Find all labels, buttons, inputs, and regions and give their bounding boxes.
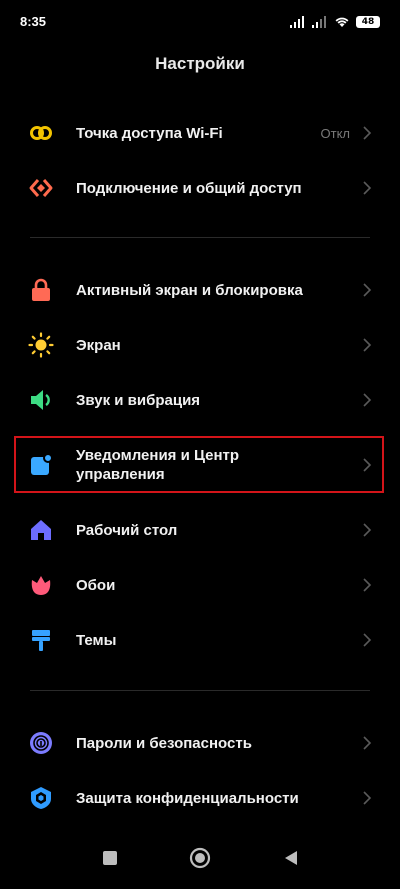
chevron-right-icon xyxy=(363,578,372,592)
chevron-right-icon xyxy=(363,181,372,195)
lock-icon xyxy=(32,278,50,301)
section-divider xyxy=(30,690,370,691)
back-button[interactable] xyxy=(282,849,300,867)
setting-label: Защита конфиденциальности xyxy=(76,790,299,807)
chevron-right-icon xyxy=(363,791,372,805)
setting-lockscreen[interactable]: Активный экран и блокировка xyxy=(0,263,400,315)
home-button[interactable] xyxy=(189,847,211,869)
setting-label: Экран xyxy=(76,337,121,354)
privacy-icon xyxy=(31,787,51,809)
wifi-icon xyxy=(335,17,349,27)
setting-privacy[interactable]: Защита конфиденциальности xyxy=(0,771,400,823)
page-title: Настройки xyxy=(155,54,245,73)
battery-indicator: 48 xyxy=(356,16,380,28)
status-time: 8:35 xyxy=(20,14,47,29)
chevron-right-icon xyxy=(363,633,372,647)
setting-sound[interactable]: Звук и вибрация xyxy=(0,373,400,425)
recents-button[interactable] xyxy=(101,849,119,867)
setting-connection[interactable]: Подключение и общий доступ xyxy=(0,161,400,213)
chevron-right-icon xyxy=(363,736,372,750)
setting-themes[interactable]: Темы xyxy=(0,613,400,665)
setting-passwords[interactable]: Пароли и безопасность xyxy=(0,716,400,768)
setting-label: Точка доступа Wi-Fi xyxy=(76,125,223,142)
chevron-right-icon xyxy=(363,283,372,297)
setting-value: Откл xyxy=(320,126,351,141)
setting-label: Звук и вибрация xyxy=(76,392,201,409)
status-bar: 8:35 48 xyxy=(0,0,400,44)
chevron-right-icon xyxy=(363,523,372,537)
chevron-right-icon xyxy=(363,126,372,140)
signal-2-icon xyxy=(312,16,326,28)
setting-label: Рабочий стол xyxy=(76,522,178,539)
setting-label: Активный экран и блокировка xyxy=(76,282,303,299)
chevron-right-icon xyxy=(363,338,372,352)
signal-icon xyxy=(290,16,304,28)
hotspot-icon xyxy=(30,126,52,140)
chevron-right-icon xyxy=(363,393,372,407)
highlight-frame xyxy=(14,436,384,493)
section-divider xyxy=(30,237,370,238)
setting-label: Обои xyxy=(76,577,116,594)
setting-hotspot[interactable]: Точка доступа Wi-Fi Откл xyxy=(0,106,400,158)
navigation-bar xyxy=(0,833,400,889)
setting-label: Пароли и безопасность xyxy=(76,735,252,752)
setting-label: Темы xyxy=(76,632,117,649)
wallpaper-icon xyxy=(31,576,51,595)
connection-icon xyxy=(29,179,53,197)
passwords-icon xyxy=(30,732,52,754)
setting-wallpaper[interactable]: Обои xyxy=(0,558,400,610)
home-icon xyxy=(31,520,51,540)
setting-label: Подключение и общий доступ xyxy=(76,180,302,197)
status-icons: 48 xyxy=(290,14,380,30)
themes-icon xyxy=(32,630,50,651)
setting-display[interactable]: Экран xyxy=(0,318,400,370)
setting-home[interactable]: Рабочий стол xyxy=(0,503,400,555)
display-icon xyxy=(28,332,54,358)
sound-icon xyxy=(31,390,50,410)
